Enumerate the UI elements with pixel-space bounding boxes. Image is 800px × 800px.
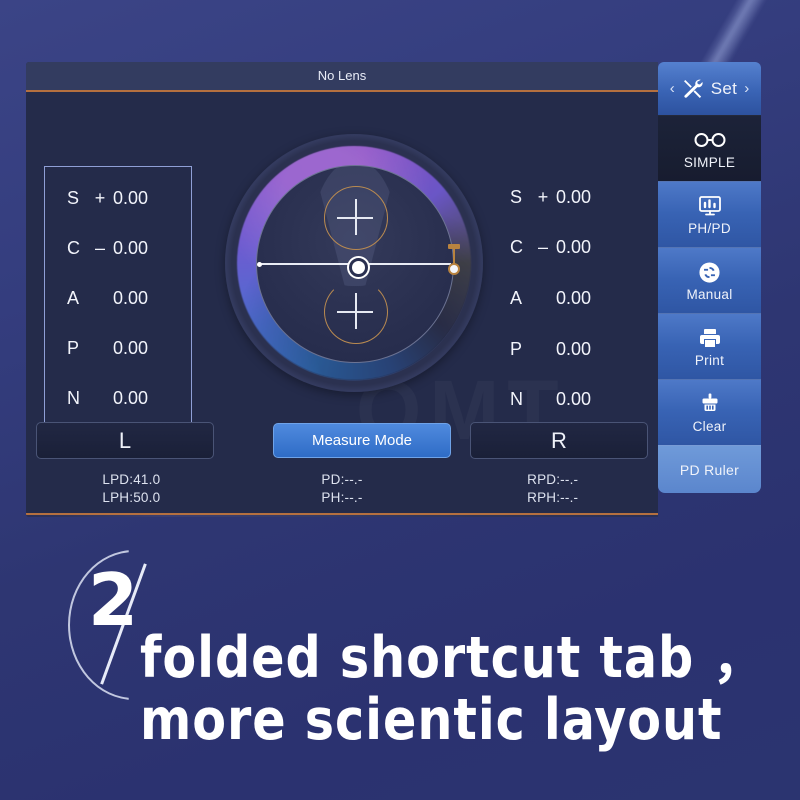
value-number: 0.00 (556, 338, 592, 359)
sidebar-item-clear[interactable]: Clear (658, 379, 761, 445)
crosshair-target-bottom[interactable] (324, 280, 388, 344)
instrument-screen: No Lens OMT S + 0.00 C – 0.00 A (26, 62, 658, 517)
lens-status-label: No Lens (317, 68, 367, 83)
left-eye-button[interactable]: L (36, 422, 214, 459)
sidebar-item-print[interactable]: Print (658, 313, 761, 379)
value-number: 0.00 (556, 389, 592, 410)
value-number: 0.00 (113, 237, 149, 258)
measure-mode-button[interactable]: Measure Mode (273, 423, 451, 458)
sidebar-item-clear-label: Clear (692, 419, 727, 434)
caption-line-2: more scientic layout (140, 687, 723, 753)
caption-line-1: folded shortcut tab ， (140, 625, 769, 691)
lph-value: LPH:50.0 (102, 489, 161, 505)
sidebar-item-simple[interactable]: SIMPLE (658, 115, 761, 181)
printer-icon (698, 325, 722, 351)
pd-readout-left: LPD:41.0 LPH:50.0 (26, 464, 237, 512)
value-number: 0.00 (556, 287, 592, 308)
value-key: C (510, 237, 523, 258)
monitor-chart-icon (698, 193, 722, 219)
value-sign: + (94, 187, 106, 208)
sidebar-item-set[interactable]: ‹ Set › (658, 62, 761, 115)
chevron-left-icon[interactable]: ‹ (670, 80, 675, 97)
value-sign: – (94, 237, 105, 258)
rph-value: RPH:--.- (527, 489, 579, 505)
value-row-s: S + 0.00 (488, 187, 636, 208)
pd-value: PD:--.- (321, 471, 363, 487)
device-screen-assembly: No Lens OMT S + 0.00 C – 0.00 A (26, 62, 761, 517)
value-row-p: P 0.00 (45, 338, 191, 359)
sidebar-item-pd-ruler-label: PD Ruler (679, 461, 740, 478)
value-row-s: S + 0.00 (45, 188, 191, 209)
glasses-icon (693, 127, 727, 153)
pd-readout-grid: LPD:41.0 LPH:50.0 PD:--.- PH:--.- RPD:--… (26, 464, 658, 512)
value-key: S (510, 186, 523, 207)
screen-title-bar: No Lens (26, 62, 658, 92)
value-row-p: P 0.00 (488, 339, 636, 360)
caption-block: 2 folded shortcut tab ， more scientic la… (0, 520, 800, 800)
value-key: A (510, 287, 523, 308)
eye-select-button-row: L Measure Mode R (26, 422, 658, 462)
left-eye-value-panel[interactable]: S + 0.00 C – 0.00 A 0.00 P 0.00 N 0.00 (44, 166, 192, 431)
sidebar-item-set-label: Set (710, 78, 738, 98)
value-number: 0.00 (113, 338, 149, 359)
value-row-c: C – 0.00 (45, 238, 191, 259)
value-sign: + (537, 186, 549, 207)
right-eye-button[interactable]: R (470, 422, 648, 459)
dial-inner-face (256, 165, 454, 363)
sidebar-item-print-label: Print (694, 353, 725, 368)
screen-status-bar: Step： 0.01 Prism： P–B Cyl： +/– (26, 513, 658, 517)
right-eye-value-panel[interactable]: S + 0.00 C – 0.00 A 0.00 P 0.00 N 0.00 (488, 166, 636, 431)
value-key: N (510, 389, 523, 410)
value-row-c: C – 0.00 (488, 237, 636, 258)
value-row-a: A 0.00 (45, 288, 191, 309)
caption-step-number: 2 (88, 558, 139, 642)
dial-center-hub[interactable] (348, 257, 368, 277)
tools-icon (682, 76, 704, 102)
chevron-right-icon[interactable]: › (744, 80, 749, 97)
shortcut-sidebar: ‹ Set › SIMPLE PH/PD Manual Print Clear … (658, 62, 761, 517)
value-number: 0.00 (113, 388, 149, 409)
value-number: 0.00 (113, 287, 149, 308)
brush-icon (698, 391, 722, 417)
value-key: P (510, 338, 523, 359)
sidebar-item-manual[interactable]: Manual (658, 247, 761, 313)
rpd-value: RPD:--.- (527, 471, 579, 487)
value-key: C (67, 237, 80, 258)
lpd-value: LPD:41.0 (102, 471, 161, 487)
value-row-n: N 0.00 (45, 388, 191, 409)
sidebar-item-simple-label: SIMPLE (683, 155, 736, 170)
refresh-circle-icon (698, 259, 721, 285)
value-key: S (67, 187, 80, 208)
dial-axis-pin-marker[interactable] (447, 244, 461, 282)
ph-value: PH:--.- (321, 489, 363, 505)
value-key: N (67, 388, 80, 409)
value-row-a: A 0.00 (488, 288, 636, 309)
value-sign: – (537, 237, 548, 258)
sidebar-item-phpd-label: PH/PD (688, 221, 731, 236)
value-row-n: N 0.00 (488, 389, 636, 410)
value-number: 0.00 (556, 237, 592, 258)
pin-ball (448, 263, 460, 275)
sidebar-item-manual-label: Manual (686, 287, 733, 302)
pd-readout-right: RPD:--.- RPH:--.- (447, 464, 658, 512)
crosshair-target-top[interactable] (324, 186, 388, 250)
lens-target-dial[interactable] (225, 134, 483, 392)
value-key: A (67, 287, 80, 308)
pd-readout-center: PD:--.- PH:--.- (237, 464, 448, 512)
value-number: 0.00 (113, 187, 149, 208)
dial-axis-left-dot (257, 261, 262, 267)
sidebar-item-phpd[interactable]: PH/PD (658, 181, 761, 247)
value-key: P (67, 338, 80, 359)
sidebar-item-pd-ruler[interactable]: PD Ruler (658, 445, 761, 493)
screen-body: OMT S + 0.00 C – 0.00 A 0.00 (26, 92, 658, 517)
value-number: 0.00 (556, 186, 592, 207)
